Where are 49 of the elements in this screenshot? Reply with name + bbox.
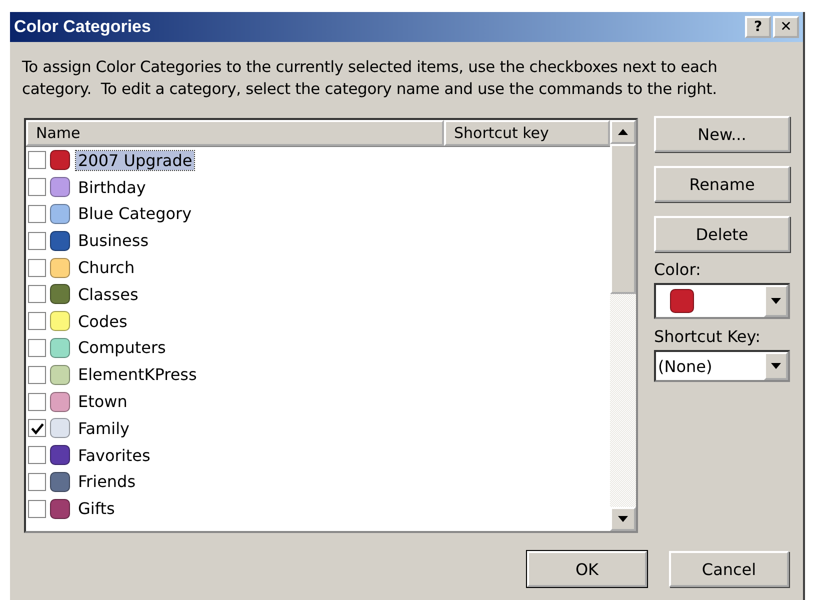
scrollbar[interactable] (610, 120, 636, 531)
scroll-thumb[interactable] (610, 144, 636, 294)
category-name[interactable]: Etown (76, 392, 130, 412)
checkbox[interactable] (28, 392, 46, 411)
checkbox[interactable] (28, 446, 46, 464)
category-name[interactable]: Computers (76, 338, 168, 358)
category-name[interactable]: 2007 Upgrade (76, 150, 194, 170)
column-header[interactable]: Shortcut key (444, 120, 610, 146)
category-name[interactable]: ElementKPress (76, 365, 199, 384)
category-name[interactable]: Business (76, 231, 151, 250)
color-label: Color: (654, 260, 702, 279)
window-title: Color Categories (14, 17, 152, 37)
action-button[interactable]: Delete (654, 216, 790, 252)
category-name[interactable]: Birthday (76, 178, 148, 197)
checkbox[interactable] (28, 285, 46, 304)
checkbox[interactable] (28, 500, 46, 518)
shortcut-key-label: Shortcut Key: (654, 327, 762, 346)
category-name[interactable]: Codes (76, 312, 130, 331)
scroll-down-button[interactable] (610, 507, 636, 531)
down-arrow-icon (618, 516, 628, 522)
checkbox[interactable] (28, 366, 46, 384)
checkbox[interactable] (28, 151, 46, 170)
checkbox[interactable] (28, 312, 46, 330)
checkbox[interactable] (28, 419, 46, 438)
category-name[interactable]: Favorites (76, 446, 152, 465)
category-name[interactable]: Friends (76, 472, 138, 492)
category-name[interactable]: Blue Category (76, 204, 194, 224)
dialog-button[interactable]: OK (527, 551, 647, 587)
category-name[interactable]: Church (76, 258, 137, 278)
checkbox[interactable] (28, 178, 46, 196)
up-arrow-icon (618, 129, 628, 135)
action-button[interactable]: New... (654, 116, 790, 152)
close-button[interactable]: ✕ (773, 16, 799, 38)
category-name[interactable]: Gifts (76, 499, 117, 518)
scroll-up-button[interactable] (610, 120, 636, 144)
category-name[interactable]: Classes (76, 284, 140, 304)
help-button[interactable]: ? (745, 16, 771, 38)
category-name[interactable]: Family (76, 418, 132, 438)
checkbox[interactable] (28, 338, 46, 357)
instructions-text: To assign Color Categories to the currently selected items, use the checkboxes next to each category. To edit a category, select the category name and use the commands to the right. (22, 57, 718, 100)
shortcut-key-dropdown[interactable]: (None) (654, 350, 790, 382)
checkbox[interactable] (28, 232, 46, 250)
checkbox[interactable] (28, 204, 46, 223)
action-button[interactable]: Rename (654, 166, 790, 202)
column-header[interactable]: Name (26, 120, 444, 146)
checkbox[interactable] (28, 258, 46, 277)
checkbox[interactable] (28, 472, 46, 491)
dialog-button[interactable]: Cancel (669, 551, 789, 587)
color-dropdown[interactable] (654, 283, 790, 319)
